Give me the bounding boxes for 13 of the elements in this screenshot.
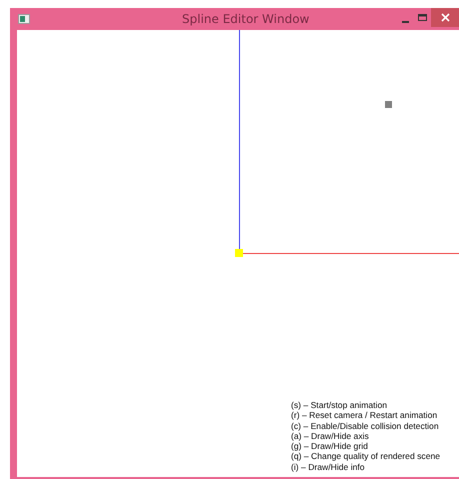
help-text: (a) – Draw/Hide axis — [291, 430, 370, 442]
help-text: (r) – Reset camera / Restart animation — [291, 410, 438, 421]
help-text: (i) – Draw/Hide info — [291, 462, 366, 472]
app-icon — [18, 14, 30, 24]
help-text: (s) – Start/stop animation — [291, 400, 388, 410]
help-text: (c) – Enable/Disable collision detection — [291, 420, 440, 431]
close-button[interactable] — [431, 8, 459, 27]
window-title: Spline Editor Window — [182, 12, 310, 26]
help-text: (q) – Change quality of rendered scene — [291, 451, 440, 462]
close-icon — [440, 13, 450, 22]
minimize-icon — [402, 20, 408, 22]
help-text: (g) – Draw/Hide grid — [291, 441, 369, 452]
maximize-icon — [418, 14, 426, 21]
